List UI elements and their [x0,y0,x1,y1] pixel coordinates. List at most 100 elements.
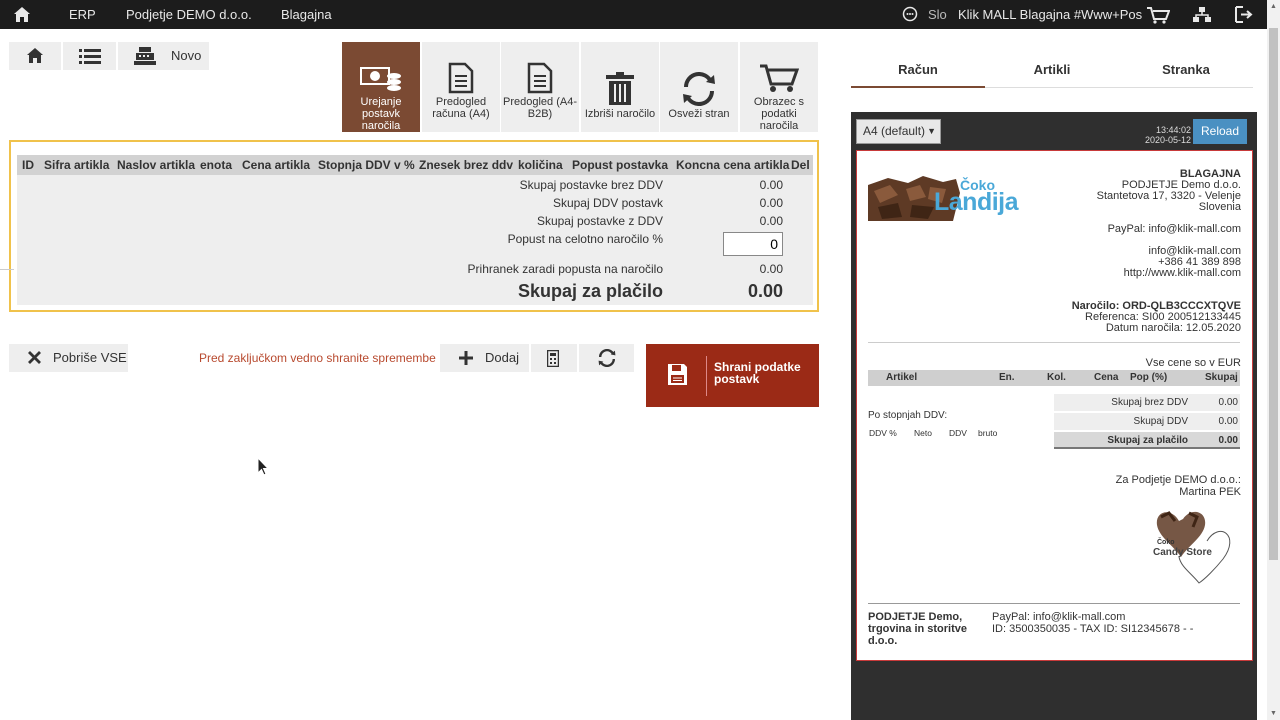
page-scrollbar[interactable]: ▲ ▼ [1267,0,1280,720]
delete-order-button[interactable]: Izbriši naročilo [581,42,659,132]
invoice-divider [868,342,1240,343]
close-icon [28,351,41,364]
company-country: Slovenia [1198,201,1241,213]
invoice-paper: Čoko Landija BLAGAJNA PODJETJE Demo d.o.… [856,150,1253,661]
tab-customer[interactable]: Stranka [1119,56,1253,88]
order-items-panel: ID Sifra artikla Naslov artikla enota Ce… [9,140,819,312]
sum-net-value: 0.00 [759,178,783,192]
pos-title[interactable]: Klik MALL Blagajna #Www+Pos [958,0,1142,29]
refresh-icon [660,42,738,106]
total-value: 0.00 [747,281,783,301]
cart-icon[interactable] [1146,0,1170,29]
items-table-body: Skupaj postavke brez DDV 0.00 Skupaj DDV… [17,175,813,305]
nav-company[interactable]: Podjetje DEMO d.o.o. [126,0,252,29]
footer-ids: ID: 3500350035 - TAX ID: SI12345678 - - [992,623,1194,635]
preview-time: 13:44:02 [1155,125,1191,135]
col-vat-rate[interactable]: Stopnja DDV v % [318,158,415,172]
edit-items-label: Urejanje postavk naročila [360,96,402,132]
col-id[interactable]: ID [22,158,34,172]
reload-button[interactable]: Reload [1193,119,1247,144]
nav-erp[interactable]: ERP [69,0,96,29]
preview-date: 2020-05-12 [1144,135,1191,145]
sitemap-icon[interactable] [1192,0,1212,29]
scroll-down-icon[interactable]: ▼ [1270,710,1277,717]
tab-invoice[interactable]: Račun [851,56,985,88]
scroll-up-icon[interactable]: ▲ [1270,3,1277,10]
inv-sum-net-row: Skupaj brez DDV 0.00 [1054,394,1240,411]
save-items-button[interactable]: Shrani podatke postavk [646,344,819,407]
vat-col-rate: DDV % [869,428,897,438]
tab-articles[interactable]: Artikli [985,56,1119,88]
total-label: Skupaj za plačilo [517,281,663,301]
company-stamp: Čoko Candy Store [1149,501,1239,586]
scrollbar-thumb[interactable] [1269,28,1278,560]
savings-value: 0.00 [759,262,783,276]
list-button[interactable] [63,42,116,70]
items-table-header: ID Sifra artikla Naslov artikla enota Ce… [17,155,813,175]
col-price[interactable]: Cena artikla [242,158,310,172]
vat-rates-label: Po stopnjah DDV: [868,410,948,421]
save-divider [706,356,707,396]
col-item-discount[interactable]: Popust postavka [572,158,668,172]
article-table-header: Artikel En. Kol. Cena Pop (%) Skupaj [868,370,1240,386]
nav-blagajna[interactable]: Blagajna [281,0,332,29]
calculator-button[interactable] [531,344,577,372]
refresh-page-button[interactable]: Osveži stran [660,42,738,132]
home-nav-icon[interactable] [13,0,31,29]
document-icon [501,42,579,94]
preview-a4-b2b-button[interactable]: Predogled (A4-B2B) [501,42,579,132]
edit-items-button[interactable]: Urejanje postavk naročila [342,42,420,132]
vat-col-gross: bruto [978,428,998,438]
vat-col-vat: DDV [949,428,967,438]
col-quantity[interactable]: količina [518,158,563,172]
home-icon [27,48,43,63]
company-paypal: PayPal: info@klik-mall.com [1107,223,1241,235]
footer-divider [868,603,1240,604]
format-select[interactable]: A4 (default) ▼ [856,119,941,144]
refresh-items-button[interactable] [579,344,634,372]
chat-icon[interactable] [902,0,918,29]
cart-icon [740,42,818,94]
plus-icon [459,351,473,365]
inv-sum-vat-row: Skupaj DDV 0.00 [1054,413,1240,430]
add-item-button[interactable]: Dodaj [440,344,529,372]
new-button[interactable]: Novo [118,42,209,70]
savings-label: Prihranek zaradi popusta na naročilo [467,262,663,276]
col-unit[interactable]: enota [200,158,232,172]
col-title[interactable]: Naslov artikla [117,158,195,172]
inv-sum-net-value: 0.00 [1218,397,1238,408]
discount-label: Popust na celotno naročilo % [507,232,663,246]
sum-vat-label: Skupaj DDV postavk [552,196,663,210]
order-form-label: Obrazec s podatki naročila [753,96,805,132]
side-panel-tabs: Račun Artikli Stranka [851,56,1253,88]
order-discount-input[interactable] [723,232,783,256]
art-col-unit: En. [999,372,1015,383]
signer-name: Martina PEK [1179,486,1241,498]
order-form-button[interactable]: Obrazec s podatki naročila [740,42,818,132]
cash-register-icon [134,47,156,65]
inv-sum-total-value: 0.00 [1218,435,1238,446]
left-edge-divider [0,269,14,270]
list-icon [79,49,101,64]
document-icon [422,42,500,94]
save-warning: Pred zaključkom vedno shranite spremembe [199,351,436,365]
inv-sum-vat-label: Skupaj DDV [1133,416,1188,427]
home-button[interactable] [9,42,61,70]
sum-gross-label: Skupaj postavke z DDV [536,214,663,228]
clear-all-button[interactable]: Pobriše VSE [9,344,128,372]
trash-icon [581,42,659,106]
col-net-amount[interactable]: Znesek brez ddv [419,158,513,172]
signed-for: Za Podjetje DEMO d.o.o.: [1115,474,1241,486]
add-item-label: Dodaj [485,350,519,365]
sum-gross-value: 0.00 [759,214,783,228]
sum-vat-value: 0.00 [759,196,783,210]
col-sku[interactable]: Sifra artikla [44,158,109,172]
col-final-price[interactable]: Koncna cena artikla [676,158,789,172]
col-delete[interactable]: Del [791,158,810,172]
refresh-icon [598,349,616,367]
company-web: http://www.klik-mall.com [1123,267,1241,279]
company-logo: Čoko Landija [868,173,1019,223]
preview-invoice-a4-button[interactable]: Predogled računa (A4) [422,42,500,132]
language-selector[interactable]: Slo [928,0,947,29]
logout-icon[interactable] [1234,0,1254,29]
